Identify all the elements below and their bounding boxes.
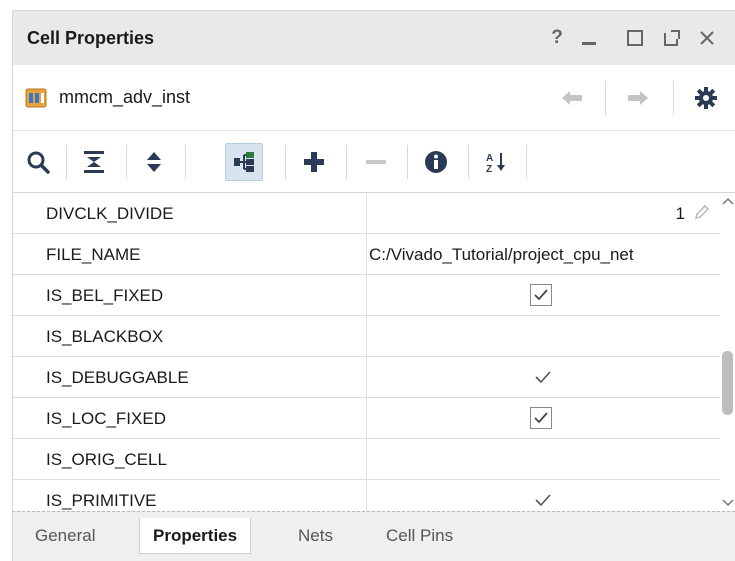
svg-text:Z: Z — [486, 164, 492, 174]
minimize-icon — [582, 42, 596, 45]
maximize-icon — [627, 30, 643, 46]
column-divider — [366, 439, 367, 480]
arrow-right-icon — [628, 91, 648, 105]
property-value[interactable]: 1 — [369, 204, 715, 224]
info-icon — [425, 151, 447, 173]
pencil-icon[interactable] — [694, 204, 710, 220]
checkmark-icon — [534, 289, 548, 301]
separator — [285, 145, 286, 179]
checkmark-icon — [535, 371, 551, 384]
expand-collapse-icon — [147, 152, 161, 172]
tab-cell-pins[interactable]: Cell Pins — [373, 518, 466, 554]
cell-instance-icon — [25, 88, 47, 108]
property-name: IS_ORIG_CELL — [46, 450, 167, 469]
remove-button[interactable] — [357, 143, 395, 181]
table-row[interactable]: IS_DEBUGGABLE — [13, 357, 720, 398]
object-name: mmcm_adv_inst — [59, 87, 191, 107]
separator — [185, 145, 186, 179]
panel-title: Cell Properties — [27, 28, 155, 48]
separator — [407, 145, 408, 179]
sort-az-icon: A Z — [486, 153, 505, 174]
arrow-left-icon — [562, 91, 582, 105]
readonly-check — [532, 489, 554, 511]
separator — [126, 145, 127, 179]
separator — [468, 145, 469, 179]
table-row[interactable]: FILE_NAME C:/Vivado_Tutorial/project_cpu… — [13, 234, 720, 275]
column-divider — [366, 234, 367, 275]
separator — [66, 145, 67, 179]
chevron-up-icon — [721, 197, 734, 205]
gear-icon — [695, 87, 717, 109]
column-divider — [366, 357, 367, 398]
property-name: IS_DEBUGGABLE — [46, 368, 189, 387]
column-divider — [366, 275, 367, 316]
property-name: DIVCLK_DIVIDE — [46, 204, 174, 223]
separator — [673, 81, 674, 115]
column-divider — [366, 480, 367, 511]
forward-button[interactable] — [620, 83, 656, 113]
tab-properties[interactable]: Properties — [139, 518, 252, 554]
search-icon — [27, 151, 50, 174]
search-button[interactable] — [19, 143, 57, 181]
svg-text:A: A — [486, 153, 493, 164]
add-button[interactable] — [295, 143, 333, 181]
settings-button[interactable] — [688, 83, 724, 113]
checkbox[interactable] — [530, 407, 552, 429]
table-row[interactable]: IS_PRIMITIVE — [13, 480, 720, 511]
group-by-category-icon — [234, 152, 254, 172]
property-name: FILE_NAME — [46, 245, 141, 264]
scroll-up-button[interactable] — [720, 193, 735, 209]
scroll-thumb[interactable] — [722, 351, 733, 415]
table-row[interactable]: IS_BLACKBOX — [13, 316, 720, 357]
checkmark-icon — [534, 412, 548, 424]
vertical-scrollbar[interactable] — [720, 193, 735, 511]
cell-properties-panel: Cell Properties ? mmcm_adv_inst A Z DIVC… — [0, 0, 735, 561]
chevron-down-icon — [721, 499, 734, 507]
group-by-category-button[interactable] — [225, 143, 263, 181]
property-value[interactable]: C:/Vivado_Tutorial/project_cpu_net — [369, 245, 715, 265]
separator — [346, 145, 347, 179]
object-header: mmcm_adv_inst — [12, 65, 735, 131]
maximize-button[interactable] — [622, 23, 648, 53]
add-icon — [304, 152, 324, 172]
checkmark-icon — [535, 494, 551, 507]
remove-icon — [366, 160, 386, 164]
close-icon — [700, 31, 714, 45]
checkbox[interactable] — [530, 284, 552, 306]
table-row[interactable]: DIVCLK_DIVIDE 1 — [13, 193, 720, 234]
back-button[interactable] — [554, 83, 590, 113]
column-divider — [366, 398, 367, 439]
tab-nets[interactable]: Nets — [285, 518, 346, 554]
expand-collapse-button[interactable] — [135, 143, 173, 181]
collapse-all-icon — [84, 151, 104, 173]
column-divider — [366, 316, 367, 357]
readonly-check — [532, 366, 554, 388]
separator — [526, 145, 527, 179]
table-row[interactable]: IS_BEL_FIXED — [13, 275, 720, 316]
sort-button[interactable]: A Z — [477, 143, 515, 181]
float-window-icon — [664, 30, 680, 46]
float-button[interactable] — [659, 23, 685, 53]
separator — [605, 81, 606, 115]
help-button[interactable]: ? — [544, 23, 570, 53]
collapse-all-button[interactable] — [75, 143, 113, 181]
property-name: IS_BLACKBOX — [46, 327, 164, 346]
properties-table: DIVCLK_DIVIDE 1 FILE_NAME C:/Vivado_Tuto… — [12, 193, 720, 511]
table-row[interactable]: IS_LOC_FIXED — [13, 398, 720, 439]
minimize-button[interactable] — [576, 23, 602, 53]
property-name: IS_BEL_FIXED — [46, 286, 164, 305]
property-name: IS_LOC_FIXED — [46, 409, 166, 428]
properties-toolbar: A Z — [12, 131, 735, 193]
title-bar: Cell Properties ? — [12, 10, 735, 65]
scroll-down-button[interactable] — [720, 495, 735, 511]
info-button[interactable] — [417, 143, 455, 181]
tab-bar: General Properties Nets Cell Pins — [12, 511, 735, 561]
table-row[interactable]: IS_ORIG_CELL — [13, 439, 720, 480]
tab-general[interactable]: General — [22, 518, 108, 554]
property-name: IS_PRIMITIVE — [46, 491, 157, 510]
column-divider — [366, 193, 367, 234]
close-button[interactable] — [694, 23, 720, 53]
help-icon: ? — [551, 27, 563, 48]
